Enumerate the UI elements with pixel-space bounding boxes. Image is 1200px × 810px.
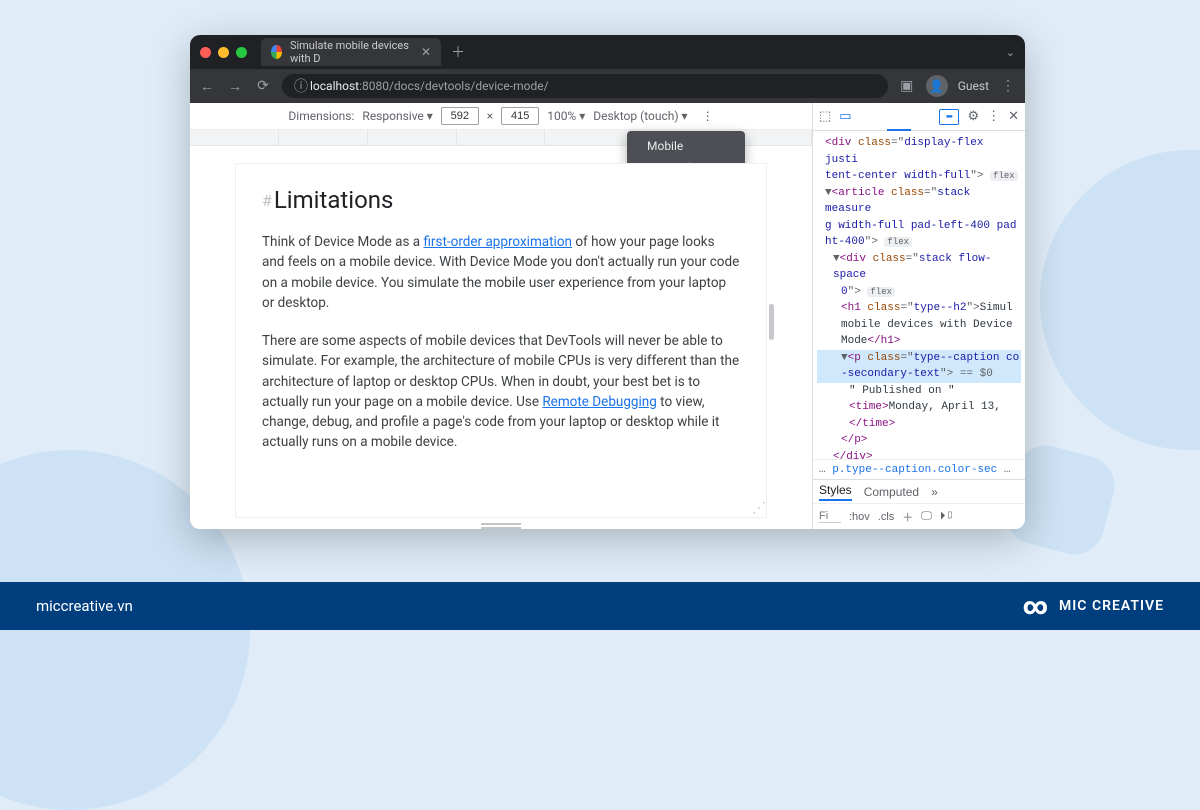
- resize-handle-icon[interactable]: ⋰: [752, 503, 766, 517]
- link-first-order[interactable]: first-order approximation: [423, 234, 572, 250]
- footer-site: miccreative.vn: [36, 597, 133, 615]
- scrollbar-thumb[interactable]: [769, 304, 774, 340]
- chrome-favicon-icon: [271, 45, 282, 59]
- new-tab-button[interactable]: ＋: [451, 42, 465, 62]
- device-toggle-icon[interactable]: ▭: [839, 109, 851, 124]
- browser-menu-icon[interactable]: ⋮: [999, 78, 1017, 94]
- url-host: localhost: [310, 79, 359, 93]
- settings-icon[interactable]: ⚙: [967, 109, 979, 124]
- resize-bar-icon[interactable]: [481, 523, 521, 529]
- url-port: :8080: [359, 79, 389, 93]
- device-viewport: #Limitations Think of Device Mode as a f…: [236, 164, 766, 517]
- tabs-more-icon[interactable]: »: [931, 485, 938, 499]
- styles-filter-bar: :hov .cls ＋ 🖵 ⏵▯: [813, 503, 1025, 529]
- close-devtools-icon[interactable]: ✕: [1008, 109, 1019, 124]
- forward-button[interactable]: →: [226, 78, 244, 95]
- browser-window: Simulate mobile devices with D ✕ ＋ ⌄ ← →…: [190, 35, 1025, 529]
- tab-styles[interactable]: Styles: [819, 483, 852, 501]
- devtools-menu-icon[interactable]: ⋮: [987, 109, 1000, 124]
- elements-tree[interactable]: <div class="display-flex justi tent-cent…: [813, 131, 1025, 459]
- messages-icon[interactable]: ▬: [939, 109, 959, 125]
- link-remote-debugging[interactable]: Remote Debugging: [542, 394, 656, 410]
- url-path: /docs/devtools/device-mode/: [389, 79, 549, 93]
- browser-toolbar: ← → ⟳ ⓘ localhost:8080/docs/devtools/dev…: [190, 69, 1025, 103]
- zoom-dropdown[interactable]: 100%: [547, 109, 585, 123]
- minimize-window-icon[interactable]: [218, 47, 229, 58]
- menu-item-mobile[interactable]: Mobile: [627, 135, 745, 157]
- page-heading: #Limitations: [262, 182, 740, 218]
- inspect-element-icon[interactable]: ⬚: [819, 109, 831, 124]
- browser-tabbar: Simulate mobile devices with D ✕ ＋ ⌄: [190, 35, 1025, 69]
- page-content: #Limitations Think of Device Mode as a f…: [236, 164, 766, 489]
- computed-styles-icon[interactable]: 🖵: [921, 510, 932, 523]
- devtools-panel: ⬚ ▭ ▬ ⚙ ⋮ ✕ <div class="display-flex jus…: [813, 103, 1025, 529]
- reload-button[interactable]: ⟳: [254, 78, 272, 94]
- device-type-dropdown[interactable]: Desktop (touch): [593, 109, 687, 123]
- cls-toggle[interactable]: .cls: [878, 511, 895, 523]
- brand-logo-icon: ∞: [1023, 592, 1049, 620]
- tab-title: Simulate mobile devices with D: [290, 39, 409, 65]
- site-info-icon[interactable]: ⓘ: [292, 76, 310, 96]
- profile-label: Guest: [958, 79, 989, 93]
- close-window-icon[interactable]: [200, 47, 211, 58]
- breadcrumb-selected[interactable]: p.type--caption.color-sec: [832, 464, 997, 476]
- styles-tabs: Styles Computed »: [813, 479, 1025, 503]
- maximize-window-icon[interactable]: [236, 47, 247, 58]
- device-mode-pane: Dimensions: Responsive × 100% Desktop (t…: [190, 103, 813, 529]
- profile-avatar-icon[interactable]: 👤: [926, 75, 948, 97]
- paragraph-2: There are some aspects of mobile devices…: [262, 331, 740, 453]
- new-style-rule-icon[interactable]: ＋: [902, 509, 913, 525]
- width-input[interactable]: [441, 107, 479, 125]
- device-mode-toolbar: Dimensions: Responsive × 100% Desktop (t…: [190, 103, 812, 130]
- browser-tab[interactable]: Simulate mobile devices with D ✕: [261, 38, 441, 66]
- page-footer: miccreative.vn ∞ MIC CREATIVE: [0, 582, 1200, 630]
- dimensions-label: Dimensions:: [288, 109, 354, 123]
- address-bar[interactable]: ⓘ localhost:8080/docs/devtools/device-mo…: [282, 74, 888, 98]
- dimension-separator: ×: [487, 109, 493, 123]
- footer-brand: ∞ MIC CREATIVE: [1023, 592, 1164, 620]
- panel-icon[interactable]: ▣: [898, 78, 916, 94]
- devtools-toolbar: ⬚ ▭ ▬ ⚙ ⋮ ✕: [813, 103, 1025, 131]
- device-mode-menu-icon[interactable]: ⋮: [702, 109, 714, 123]
- tabs-dropdown-icon[interactable]: ⌄: [1006, 46, 1015, 59]
- close-tab-icon[interactable]: ✕: [421, 45, 431, 59]
- paragraph-1: Think of Device Mode as a first-order ap…: [262, 232, 740, 313]
- filter-input[interactable]: [819, 510, 841, 523]
- window-controls[interactable]: [200, 47, 247, 58]
- dimensions-dropdown[interactable]: Responsive: [362, 109, 432, 123]
- back-button[interactable]: ←: [198, 78, 216, 95]
- toggle-sidebar-icon[interactable]: ⏵▯: [940, 510, 954, 523]
- breadcrumb[interactable]: … p.type--caption.color-sec …: [813, 459, 1025, 479]
- tab-computed[interactable]: Computed: [864, 485, 919, 499]
- hov-toggle[interactable]: :hov: [849, 511, 870, 523]
- height-input[interactable]: [501, 107, 539, 125]
